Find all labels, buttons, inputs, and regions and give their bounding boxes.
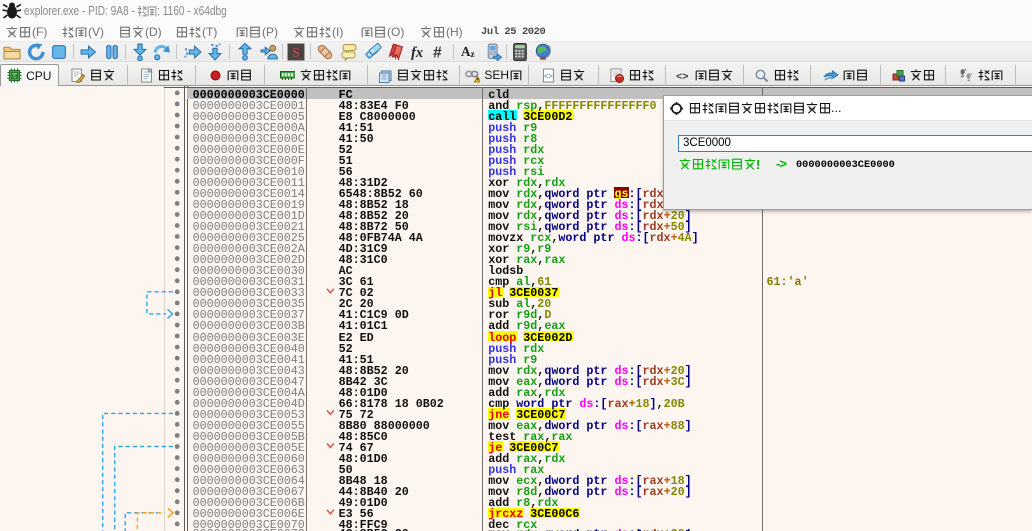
svg-text:A: A: [461, 44, 471, 59]
svg-text:64: 64: [12, 74, 18, 80]
svg-text:<>: <>: [676, 71, 689, 83]
svg-text:#: #: [433, 44, 442, 61]
svg-text:z: z: [470, 48, 474, 58]
svg-text:fx: fx: [411, 44, 423, 60]
svg-text:S: S: [292, 44, 300, 59]
svg-text:<>: <>: [543, 73, 553, 81]
